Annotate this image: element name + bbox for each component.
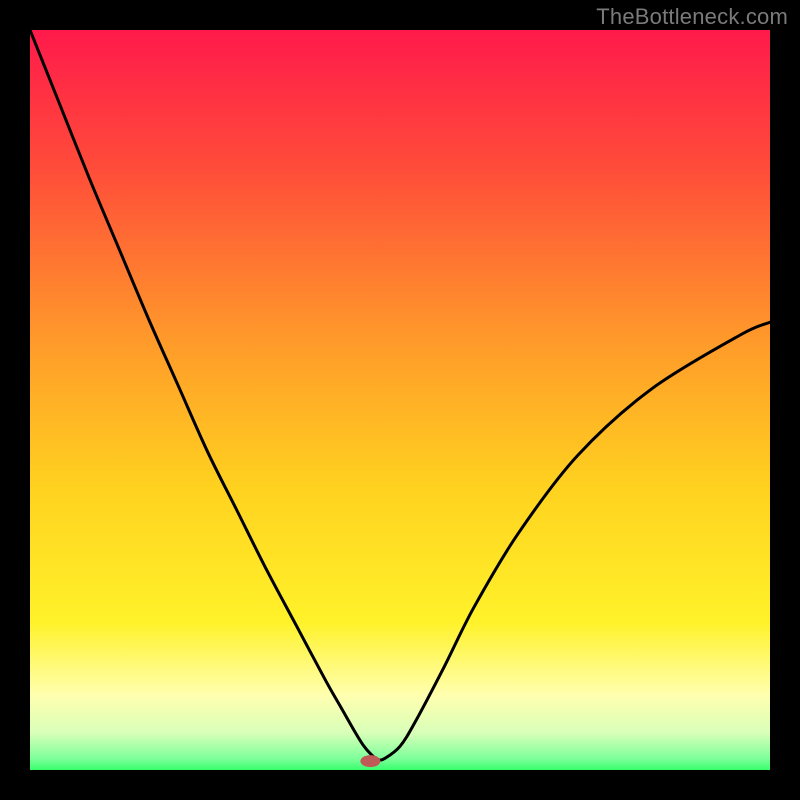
watermark-text: TheBottleneck.com: [596, 4, 788, 30]
optimal-marker: [360, 755, 380, 767]
gradient-background: [30, 30, 770, 770]
chart-frame: TheBottleneck.com: [0, 0, 800, 800]
plot-area: [30, 30, 770, 770]
bottleneck-chart: [30, 30, 770, 770]
